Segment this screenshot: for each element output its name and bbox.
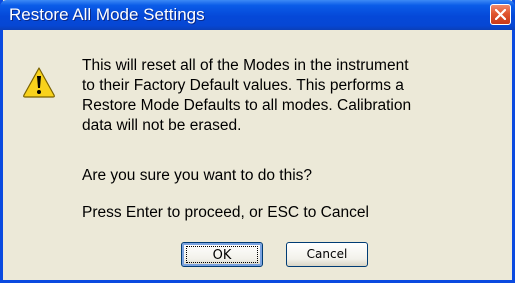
close-icon — [495, 9, 506, 20]
ok-button[interactable]: OK — [181, 242, 263, 267]
message-line: Restore Mode Defaults to all modes. Cali… — [82, 97, 412, 114]
restore-all-mode-settings-dialog: Restore All Mode Settings This will rese… — [0, 0, 515, 283]
confirmation-question: Are you sure you want to do this? — [82, 167, 313, 184]
cancel-button[interactable]: Cancel — [286, 242, 368, 267]
keyboard-instruction: Press Enter to proceed, or ESC to Cancel — [82, 204, 369, 221]
warning-icon — [23, 67, 55, 98]
dialog-title: Restore All Mode Settings — [9, 5, 205, 24]
dialog-titlebar[interactable]: Restore All Mode Settings — [0, 0, 515, 30]
close-button[interactable] — [490, 4, 511, 25]
dialog-message: This will reset all of the Modes in the … — [82, 56, 411, 136]
ok-button-label: OK — [186, 246, 258, 263]
message-line: to their Factory Default values. This pe… — [82, 77, 404, 94]
message-line: data will not be erased. — [82, 117, 242, 134]
message-line: This will reset all of the Modes in the … — [82, 57, 409, 74]
